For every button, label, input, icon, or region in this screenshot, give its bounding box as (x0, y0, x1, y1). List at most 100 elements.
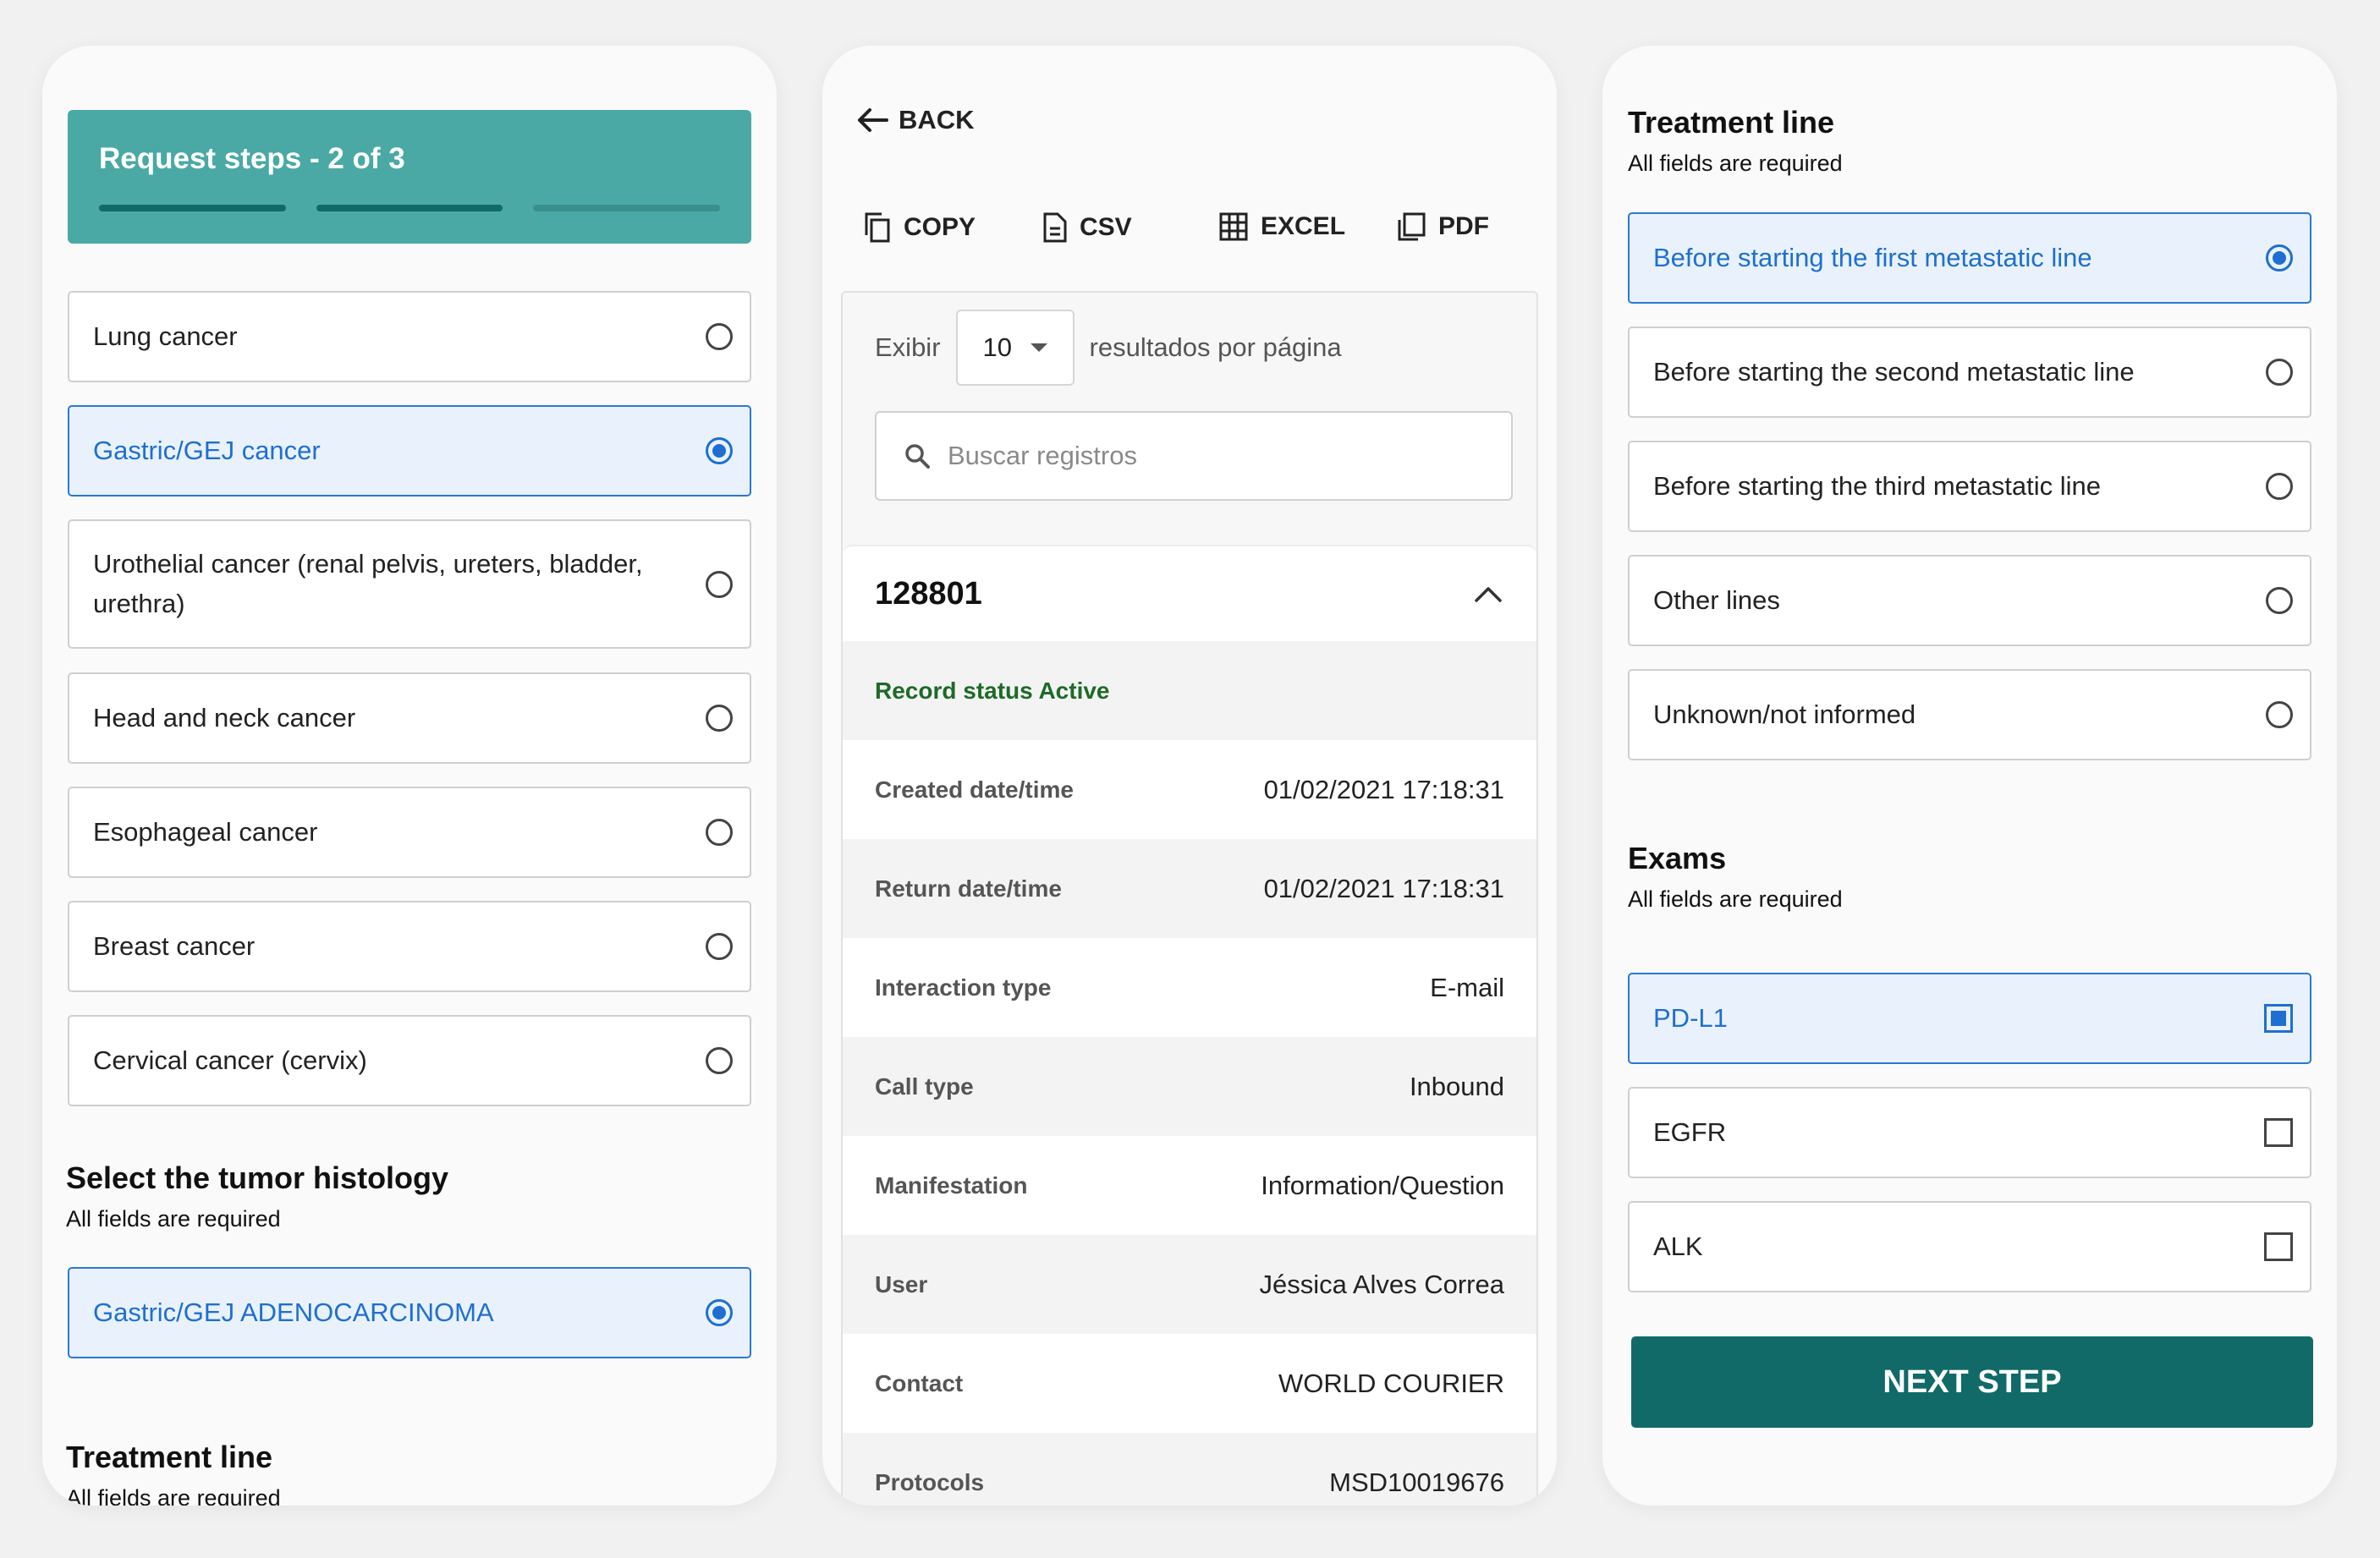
pages-icon (1398, 212, 1426, 241)
field-key: Interaction type (875, 974, 1052, 1001)
records-panel: BACK COPY CSV EXCEL PDF Exibir 10 result… (822, 46, 1557, 1506)
radio-icon[interactable] (706, 819, 733, 846)
search-icon (905, 444, 930, 469)
search-box[interactable] (875, 411, 1513, 501)
radio-icon[interactable] (2266, 587, 2293, 614)
page-size-select[interactable]: 10 (955, 310, 1075, 386)
csv-label: CSV (1080, 213, 1132, 241)
search-input[interactable] (946, 440, 1491, 472)
treatment-option-third-line[interactable]: Before starting the third metastatic lin… (1628, 441, 2311, 532)
record-field-row: Interaction type E-mail (843, 938, 1536, 1037)
option-label: Cervical cancer (cervix) (93, 1045, 367, 1075)
radio-icon[interactable] (706, 705, 733, 732)
option-label: Urothelial cancer (renal pelvis, ureters… (93, 549, 643, 618)
cancer-option-cervical[interactable]: Cervical cancer (cervix) (68, 1015, 751, 1106)
radio-selected-icon[interactable] (706, 437, 733, 464)
field-value: Information/Question (1261, 1170, 1504, 1200)
cancer-option-urothelial[interactable]: Urothelial cancer (renal pelvis, ureters… (68, 519, 751, 649)
histology-option-adenocarcinoma[interactable]: Gastric/GEJ ADENOCARCINOMA (68, 1267, 751, 1358)
radio-icon[interactable] (706, 323, 733, 350)
radio-icon[interactable] (706, 1047, 733, 1074)
option-label: Gastric/GEJ cancer (93, 435, 321, 465)
step-bar-3 (533, 205, 721, 211)
cancer-option-esophageal[interactable]: Esophageal cancer (68, 787, 751, 878)
next-step-button[interactable]: NEXT STEP (1631, 1336, 2313, 1428)
treatment-option-second-line[interactable]: Before starting the second metastatic li… (1628, 326, 2311, 418)
option-label: Head and neck cancer (93, 702, 356, 732)
option-label: Breast cancer (93, 930, 256, 961)
cancer-option-gastric[interactable]: Gastric/GEJ cancer (68, 405, 751, 496)
exam-option-pd-l1[interactable]: PD-L1 (1628, 973, 2311, 1064)
field-key: Call type (875, 1072, 974, 1100)
checkbox-checked-icon[interactable] (2264, 1004, 2293, 1033)
field-value: 01/02/2021 17:18:31 (1263, 774, 1504, 804)
option-label: ALK (1653, 1231, 1703, 1261)
record-field-row: Manifestation Information/Question (843, 1136, 1536, 1235)
radio-icon[interactable] (2266, 473, 2293, 500)
caret-down-icon (1030, 343, 1047, 352)
radio-icon[interactable] (2266, 359, 2293, 386)
histology-title: Select the tumor histology (66, 1160, 449, 1195)
cancer-option-head-neck[interactable]: Head and neck cancer (68, 672, 751, 764)
record-fields: Created date/time 01/02/2021 17:18:31 Re… (843, 740, 1536, 1506)
checkbox-icon[interactable] (2264, 1232, 2293, 1261)
exam-option-alk[interactable]: ALK (1628, 1201, 2311, 1292)
chevron-up-icon[interactable] (1474, 584, 1503, 603)
option-label: Other lines (1653, 584, 1780, 615)
field-value: MSD10019676 (1329, 1467, 1504, 1497)
arrow-left-icon (858, 108, 888, 132)
option-label: Before starting the second metastatic li… (1653, 356, 2135, 387)
field-key: Created date/time (875, 776, 1074, 803)
record-header[interactable]: 128801 (843, 545, 1536, 641)
field-key: Manifestation (875, 1171, 1028, 1199)
steps-progress (99, 205, 721, 211)
radio-icon[interactable] (706, 570, 733, 598)
treatment-option-unknown[interactable]: Unknown/not informed (1628, 669, 2311, 760)
cancer-option-breast[interactable]: Breast cancer (68, 901, 751, 992)
record-field-row: Created date/time 01/02/2021 17:18:31 (843, 740, 1536, 839)
record-field-row: User Jéssica Alves Correa (843, 1235, 1536, 1334)
copy-button[interactable]: COPY (863, 211, 976, 244)
treatment-option-first-line[interactable]: Before starting the first metastatic lin… (1628, 212, 2311, 304)
option-label: Unknown/not informed (1653, 699, 1916, 729)
record-field-row: Protocols MSD10019676 (843, 1433, 1536, 1506)
excel-button[interactable]: EXCEL (1218, 211, 1345, 242)
step-bar-2 (316, 205, 503, 211)
cancer-option-lung[interactable]: Lung cancer (68, 291, 751, 382)
file-icon (1043, 212, 1067, 243)
checkbox-icon[interactable] (2264, 1118, 2293, 1147)
record-field-row: Call type Inbound (843, 1037, 1536, 1136)
copy-icon (865, 212, 890, 243)
per-page-label: resultados por página (1089, 332, 1342, 362)
record-status: Record status Active (843, 641, 1536, 740)
radio-icon[interactable] (706, 933, 733, 960)
field-value: E-mail (1430, 972, 1504, 1002)
treatment-line-title: Treatment line (66, 1440, 273, 1474)
option-label: Before starting the third metastatic lin… (1653, 470, 2101, 501)
treatment-line-subtitle: All fields are required (66, 1485, 281, 1506)
record-field-row: Return date/time 01/02/2021 17:18:31 (843, 839, 1536, 938)
field-key: User (875, 1270, 928, 1297)
exams-subtitle: All fields are required (1628, 886, 1843, 912)
request-steps-header: Request steps - 2 of 3 (68, 110, 751, 244)
treatment-exams-panel: Treatment line All fields are required B… (1602, 46, 2337, 1506)
step-bar-1 (99, 205, 286, 211)
pdf-button[interactable]: PDF (1396, 211, 1489, 242)
treatment-line-title: Treatment line (1628, 105, 1835, 140)
treatment-line-subtitle: All fields are required (1628, 151, 1843, 176)
csv-button[interactable]: CSV (1042, 211, 1132, 244)
option-label: EGFR (1653, 1116, 1727, 1147)
exam-option-egfr[interactable]: EGFR (1628, 1087, 2311, 1178)
option-label: PD-L1 (1653, 1002, 1728, 1033)
record-id: 128801 (875, 575, 982, 612)
treatment-option-other-lines[interactable]: Other lines (1628, 555, 2311, 646)
radio-selected-icon[interactable] (2266, 244, 2293, 272)
radio-selected-icon[interactable] (706, 1299, 733, 1326)
back-button[interactable]: BACK (856, 105, 975, 135)
radio-icon[interactable] (2266, 701, 2293, 728)
records-table: Exibir 10 resultados por página 128801 R… (841, 291, 1538, 1506)
back-label: BACK (899, 105, 975, 134)
option-label: Esophageal cancer (93, 816, 318, 847)
request-steps-title: Request steps - 2 of 3 (99, 142, 405, 175)
option-label: Lung cancer (93, 321, 238, 351)
